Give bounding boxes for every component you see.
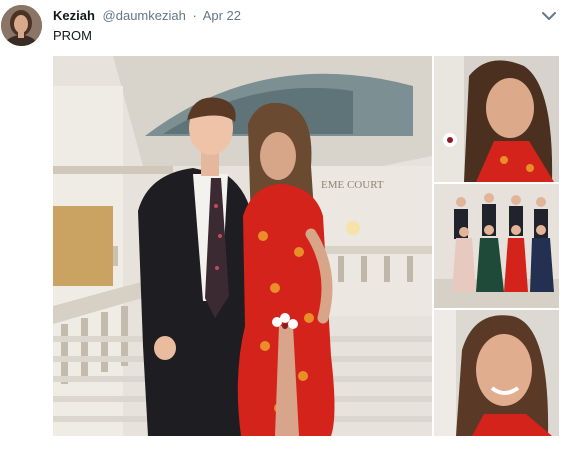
photo-middle-right[interactable]: [434, 184, 559, 308]
tweet-text: PROM: [53, 28, 92, 43]
tweet-header: Keziah @daumkeziah · Apr 22: [53, 8, 241, 24]
user-handle[interactable]: @daumkeziah: [103, 8, 186, 23]
media-grid: EME COURT: [53, 56, 559, 436]
photo-bottom-right-image: [434, 310, 559, 436]
photo-top-right-image: [434, 56, 559, 182]
engraved-text: EME COURT: [321, 179, 384, 191]
avatar[interactable]: [1, 5, 42, 46]
chevron-down-icon[interactable]: [541, 10, 557, 22]
avatar-image: [1, 5, 42, 46]
display-name[interactable]: Keziah: [53, 8, 95, 23]
photo-main[interactable]: EME COURT: [53, 56, 432, 436]
photo-top-right[interactable]: [434, 56, 559, 182]
tweet-date[interactable]: Apr 22: [203, 8, 241, 23]
photo-main-image: EME COURT: [53, 56, 432, 436]
separator-dot: ·: [192, 8, 197, 23]
photo-middle-right-image: [434, 184, 559, 308]
photo-bottom-right[interactable]: [434, 310, 559, 436]
